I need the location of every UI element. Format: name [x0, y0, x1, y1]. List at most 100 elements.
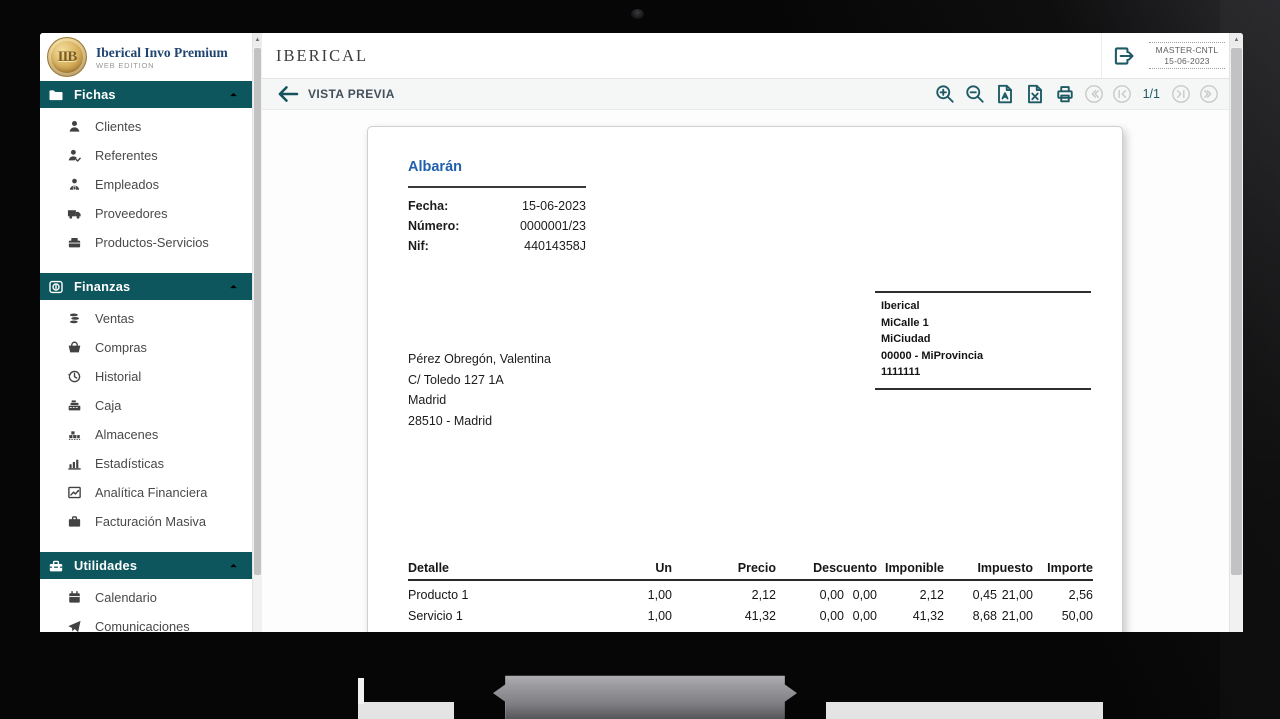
sidebar-item-comunicaciones[interactable]: Comunicaciones: [40, 612, 252, 632]
double-chevron-left-icon: [1084, 85, 1103, 103]
sidebar-item-empleados[interactable]: Empleados: [40, 170, 252, 199]
fichas-items: Clientes Referentes Empleados Proveedore…: [40, 108, 252, 263]
first-page-button[interactable]: [1112, 84, 1132, 104]
col-header-precio: Precio: [672, 557, 776, 581]
brand-subtitle: WEB EDITION: [96, 60, 155, 70]
pdf-file-icon: [997, 84, 1012, 104]
monitor-bezel: IIB Iberical Invo Premium WEB EDITION Fi…: [0, 0, 1280, 719]
cell-un: 1,00: [647, 609, 672, 623]
basket-icon: [67, 340, 82, 355]
chevron-up-icon: [227, 559, 240, 572]
main-panel: IBERICAL MASTER-CNTL 15-06-2023 VISTA PR…: [262, 33, 1229, 632]
sidebar-item-estadisticas[interactable]: Estadísticas: [40, 449, 252, 478]
zoom-out-icon: [965, 85, 984, 103]
session-user: MASTER-CNTL: [1155, 45, 1219, 55]
cell-detalle: Producto 1: [408, 588, 469, 602]
scroll-up-icon[interactable]: ▲: [253, 33, 262, 47]
cell-impuesto1: 0,45: [972, 588, 997, 602]
briefcase-icon: [67, 514, 82, 529]
truck-icon: [67, 206, 82, 221]
sidebar-section-utilidades[interactable]: Utilidades: [40, 552, 252, 579]
meta-value: 15-06-2023: [522, 199, 586, 213]
scroll-up-icon[interactable]: ▲: [1230, 33, 1243, 47]
sidebar-section-finanzas[interactable]: Finanzas: [40, 273, 252, 300]
logout-button[interactable]: [1101, 33, 1145, 78]
scrollbar-thumb[interactable]: [254, 48, 261, 576]
next-page-fast-button[interactable]: [1199, 84, 1219, 104]
zoom-in-button[interactable]: [934, 83, 956, 105]
first-page-icon: [1112, 85, 1131, 103]
company-line: MiCiudad: [881, 333, 931, 345]
cell-descuento2: 0,00: [852, 588, 877, 602]
sidebar-item-clientes[interactable]: Clientes: [40, 112, 252, 141]
page-indicator: 1/1: [1142, 87, 1160, 101]
company-line: MiCalle 1: [881, 316, 929, 329]
brand-title: Iberical Invo Premium: [96, 44, 228, 60]
monitor-stand: [493, 675, 797, 719]
session-date: 15-06-2023: [1164, 55, 1210, 66]
document-meta: Fecha: 15-06-2023 Número: 0000001/23 Nif: 4…: [408, 196, 586, 256]
cell-un: 1,00: [647, 588, 672, 602]
sidebar-item-productos-servicios[interactable]: Productos-Servicios: [40, 228, 252, 257]
cell-precio: 41,32: [744, 609, 776, 623]
section-label: Finanzas: [74, 279, 131, 294]
customer-line: Pérez Obregón, Valentina: [408, 352, 551, 366]
cell-descuento1: 0,00: [819, 609, 844, 623]
document-title: Albarán: [408, 159, 462, 175]
scrollbar-thumb[interactable]: [1231, 48, 1242, 576]
sidebar-item-ventas[interactable]: Ventas: [40, 304, 252, 333]
person-badge-icon: [67, 177, 82, 192]
sidebar-section-fichas[interactable]: Fichas: [40, 81, 252, 108]
sidebar-item-proveedores[interactable]: Proveedores: [40, 199, 252, 228]
sidebar-item-calendario[interactable]: Calendario: [40, 583, 252, 612]
sidebar-item-compras[interactable]: Compras: [40, 333, 252, 362]
sidebar-item-historial[interactable]: Historial: [40, 362, 252, 391]
calendar-icon: [67, 590, 82, 605]
session-info[interactable]: MASTER-CNTL 15-06-2023: [1149, 42, 1225, 69]
webcam-dot: [631, 9, 644, 19]
export-excel-button[interactable]: [1024, 83, 1046, 105]
preview-title: VISTA PREVIA: [308, 87, 395, 101]
chevron-up-icon: [227, 88, 240, 101]
col-header-importe: Importe: [1033, 557, 1093, 581]
cell-imponible: 2,12: [919, 588, 944, 602]
app-window: IIB Iberical Invo Premium WEB EDITION Fi…: [40, 33, 1243, 632]
sidebar-item-analitica-financiera[interactable]: Analítica Financiera: [40, 478, 252, 507]
cell-impuesto1: 8,68: [972, 609, 997, 623]
topbar: IBERICAL MASTER-CNTL 15-06-2023: [262, 33, 1229, 79]
coins-icon: [67, 311, 82, 326]
send-icon: [67, 619, 82, 632]
finanzas-items: Ventas Compras Historial Caja Almacenes …: [40, 300, 252, 542]
sidebar-item-almacenes[interactable]: Almacenes: [40, 420, 252, 449]
last-page-button[interactable]: [1171, 84, 1191, 104]
customer-line: 28510 - Madrid: [408, 413, 493, 428]
back-button[interactable]: [276, 82, 300, 106]
cell-impuesto2: 21,00: [1001, 609, 1033, 623]
cell-imponible: 41,32: [912, 609, 944, 623]
prev-page-fast-button[interactable]: [1084, 84, 1104, 104]
col-header-imponible: Imponible: [877, 557, 944, 581]
cell-descuento2: 0,00: [852, 609, 877, 623]
meta-label: Nif:: [408, 239, 429, 253]
print-button[interactable]: [1054, 83, 1076, 105]
meta-label: Fecha:: [408, 199, 449, 213]
bar-chart-icon: [67, 456, 82, 471]
meta-value: 0000001/23: [519, 219, 586, 233]
customer-address-block: Pérez Obregón, Valentina C/ Toledo 127 1…: [408, 349, 551, 431]
sidebar-item-facturacion-masiva[interactable]: Facturación Masiva: [40, 507, 252, 536]
main-scrollbar[interactable]: ▲: [1229, 33, 1243, 632]
folder-icon: [48, 87, 64, 103]
sidebar-item-caja[interactable]: Caja: [40, 391, 252, 420]
zoom-out-button[interactable]: [964, 83, 986, 105]
preview-tools: 1/1: [934, 83, 1219, 105]
company-line: Iberical: [881, 300, 920, 312]
customer-line: Madrid: [408, 393, 447, 407]
title-underline: [408, 186, 586, 188]
export-pdf-button[interactable]: [994, 83, 1016, 105]
sidebar-item-referentes[interactable]: Referentes: [40, 141, 252, 170]
page-title: IBERICAL: [276, 45, 369, 65]
section-label: Utilidades: [74, 558, 138, 573]
cell-detalle: Servicio 1: [408, 609, 463, 623]
sidebar-scrollbar[interactable]: ▲: [252, 33, 262, 632]
last-page-icon: [1172, 85, 1190, 103]
